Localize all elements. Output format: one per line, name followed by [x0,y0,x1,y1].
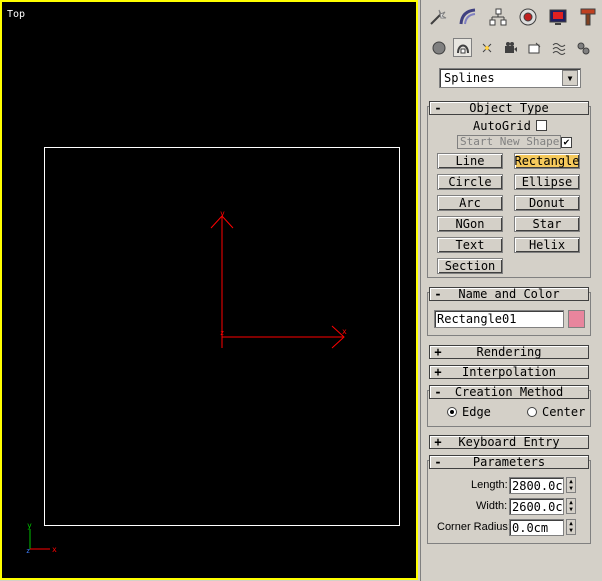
corner-radius-field[interactable]: 0.0cm [509,519,564,536]
start-new-shape-button[interactable]: Start New Shape [457,135,561,149]
keyboard-entry-title: Keyboard Entry [458,435,560,449]
rendering-title: Rendering [476,345,542,359]
corner-radius-spinner[interactable]: ▲ ▼ [566,519,576,535]
collapse-icon: - [434,385,442,399]
name-color-title: Name and Color [458,287,560,301]
category-value: Splines [444,71,495,85]
spacewarps-icon[interactable] [549,38,568,57]
lights-icon[interactable] [477,38,496,57]
x-axis-label: x [342,327,347,336]
width-spinner[interactable]: ▲ ▼ [566,498,576,514]
world-x-label: x [52,545,57,554]
line-button[interactable]: Line [437,153,503,169]
helix-button[interactable]: Helix [514,237,580,253]
edge-radio[interactable] [447,407,457,417]
create-subcategories [429,38,592,57]
interpolation-title: Interpolation [462,365,556,379]
world-y-label: y [27,521,32,530]
autogrid-checkbox[interactable] [536,120,547,131]
expand-icon: + [434,365,442,379]
z-axis-label: z [220,329,224,337]
cameras-icon[interactable] [501,38,520,57]
center-radio[interactable] [527,407,537,417]
ellipse-button[interactable]: Ellipse [514,174,580,190]
length-label: Length: [471,479,508,491]
world-z-label: z [26,547,30,555]
collapse-icon: - [434,287,442,301]
section-button[interactable]: Section [437,258,503,274]
panel-tabs [425,4,601,30]
utilities-tab-icon[interactable] [575,4,601,30]
ngon-button[interactable]: NGon [437,216,503,232]
name-color-header[interactable]: - Name and Color [429,287,589,301]
hierarchy-tab-icon[interactable] [485,4,511,30]
geometry-icon[interactable] [429,38,448,57]
helpers-icon[interactable] [525,38,544,57]
axis-gizmo: y x z y x z [26,209,347,555]
category-dropdown[interactable]: Splines ▼ [439,68,581,88]
width-label: Width: [476,500,508,512]
length-spinner[interactable]: ▲ ▼ [566,477,576,493]
circle-button[interactable]: Circle [437,174,503,190]
edge-label: Edge [462,405,491,419]
width-field[interactable]: 2600.0c [509,498,564,515]
expand-icon: + [434,435,442,449]
corner-radius-label: Corner Radius: [437,521,511,533]
interpolation-header[interactable]: + Interpolation [429,365,589,379]
display-tab-icon[interactable] [545,4,571,30]
object-type-title: Object Type [469,101,549,115]
keyboard-entry-header[interactable]: + Keyboard Entry [429,435,589,449]
expand-icon: + [434,345,442,359]
parameters-header[interactable]: - Parameters [429,455,589,469]
text-button[interactable]: Text [437,237,503,253]
donut-button[interactable]: Donut [514,195,580,211]
motion-tab-icon[interactable] [515,4,541,30]
collapse-icon: - [434,455,442,469]
modify-tab-icon[interactable] [455,4,481,30]
chevron-down-icon[interactable]: ▼ [562,70,578,86]
length-field[interactable]: 2800.0c [509,477,564,494]
object-type-header[interactable]: - Object Type [429,101,589,115]
object-name-field[interactable]: Rectangle01 [434,310,564,328]
start-new-shape-checkbox[interactable]: ✔ [561,137,572,148]
shapes-icon[interactable] [453,38,472,57]
star-button[interactable]: Star [514,216,580,232]
parameters-title: Parameters [472,455,546,469]
top-viewport[interactable]: Top y x z y x z [0,0,418,580]
command-panel: Splines ▼ - Object Type AutoGrid Start N… [420,0,602,581]
rectangle-button[interactable]: Rectangle [514,153,580,169]
autogrid-label: AutoGrid [473,119,531,133]
color-swatch[interactable] [568,310,585,328]
rendering-header[interactable]: + Rendering [429,345,589,359]
arc-button[interactable]: Arc [437,195,503,211]
systems-icon[interactable] [573,38,592,57]
center-label: Center [542,405,586,419]
collapse-icon: - [434,101,442,115]
create-tab-icon[interactable] [425,4,451,30]
creation-method-header[interactable]: - Creation Method [429,385,589,399]
creation-method-title: Creation Method [454,385,564,399]
y-axis-label: y [220,209,225,218]
